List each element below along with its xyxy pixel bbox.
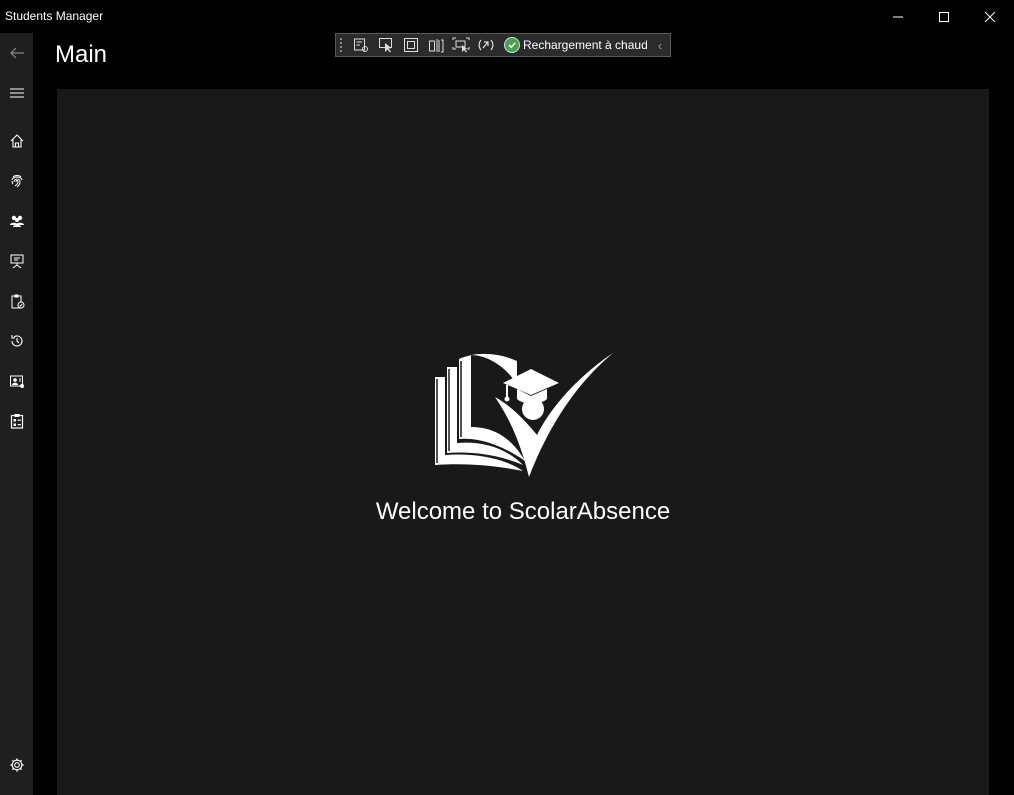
app-title: Students Manager (5, 9, 104, 23)
gear-icon (10, 758, 23, 772)
contact-card-icon (9, 375, 24, 388)
back-button[interactable] (0, 33, 33, 73)
display-layout-adorners-button[interactable] (398, 34, 423, 56)
presentation-icon (10, 254, 23, 269)
check-circle-icon (504, 37, 520, 53)
maximize-icon (939, 11, 949, 22)
people-icon (9, 215, 24, 227)
select-element-button[interactable] (373, 34, 398, 56)
minimize-button[interactable] (875, 0, 921, 33)
accessibility-icon (452, 37, 469, 53)
scolarabsence-logo (433, 353, 615, 490)
nav-item-fingerprint[interactable] (0, 161, 33, 201)
checklist-icon (10, 414, 23, 429)
hamburger-icon (9, 88, 24, 98)
live-visual-tree-button[interactable] (348, 34, 373, 56)
layout-adorner-icon (403, 38, 418, 52)
maximize-button[interactable] (921, 0, 967, 33)
navigation-pane (0, 33, 33, 795)
track-focus-icon (428, 39, 443, 53)
hot-reload-button[interactable] (473, 34, 498, 56)
close-icon (984, 11, 996, 22)
home-icon (10, 134, 23, 148)
nav-item-classes[interactable] (0, 241, 33, 281)
hot-reload-status[interactable]: Rechargement à chaud (504, 37, 648, 53)
xaml-debug-toolbar: Rechargement à chaud ‹ (335, 33, 671, 57)
collapse-toolbar-icon[interactable]: ‹ (658, 38, 662, 53)
clipboard-icon (11, 294, 24, 309)
hot-reload-status-label: Rechargement à chaud (523, 38, 648, 52)
history-icon (10, 335, 23, 347)
nav-item-settings[interactable] (0, 745, 33, 785)
hot-reload-icon (478, 39, 493, 51)
nav-item-history[interactable] (0, 321, 33, 361)
back-arrow-icon (9, 47, 24, 59)
main-content: Welcome to ScolarAbsence (57, 89, 989, 795)
close-button[interactable] (967, 0, 1013, 33)
title-bar: Students Manager (0, 0, 1014, 33)
fingerprint-icon (11, 175, 22, 188)
nav-item-contacts[interactable] (0, 361, 33, 401)
track-focus-button[interactable] (423, 34, 448, 56)
visual-tree-icon (353, 38, 368, 52)
nav-item-reports[interactable] (0, 401, 33, 441)
nav-item-home[interactable] (0, 121, 33, 161)
select-element-icon (378, 38, 392, 53)
page-title: Main (55, 41, 108, 68)
nav-item-attendance[interactable] (0, 281, 33, 321)
menu-toggle-button[interactable] (0, 73, 33, 113)
display-accessibility-button[interactable] (448, 34, 473, 56)
nav-item-students[interactable] (0, 201, 33, 241)
toolbar-grip[interactable] (340, 38, 348, 52)
welcome-message: Welcome to ScolarAbsence (375, 498, 671, 525)
minimize-icon (893, 16, 903, 17)
